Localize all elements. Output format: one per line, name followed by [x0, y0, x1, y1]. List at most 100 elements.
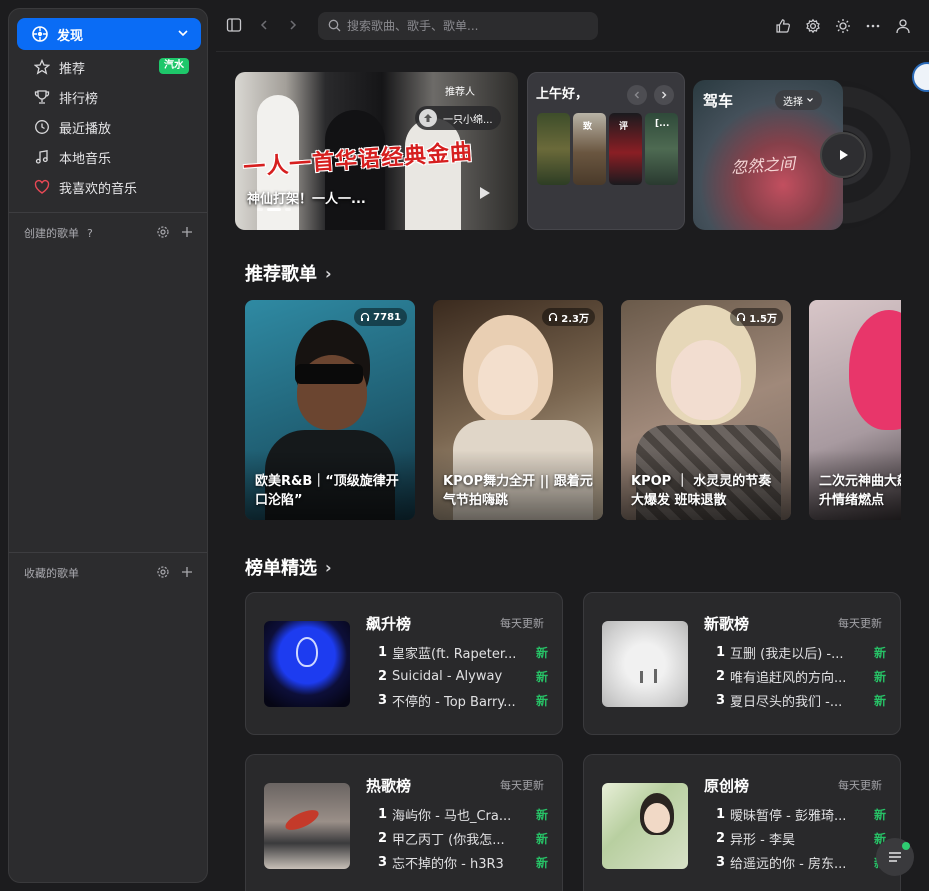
add-icon[interactable]	[180, 565, 194, 582]
help-icon[interactable]: ?	[87, 227, 93, 240]
discover-icon	[31, 25, 49, 43]
new-badge: 新	[535, 831, 548, 846]
play-count: 2.3万	[542, 308, 595, 326]
recommended-playlists-header[interactable]: 推荐歌单 ›	[245, 260, 332, 286]
select-label: 选择	[783, 96, 803, 108]
section-title: 推荐歌单	[245, 264, 317, 285]
chart-card-soaring[interactable]: 飙升榜 每天更新 1 皇家蓝(ft. Rapeter... 新 2 Suicidal …	[245, 592, 563, 735]
new-badge: 新	[873, 669, 886, 684]
gear-icon[interactable]	[156, 565, 170, 582]
chart-update: 每天更新	[838, 617, 882, 630]
thumbs-up-icon[interactable]	[773, 16, 793, 36]
recommender-chip[interactable]: 一只小绵...	[415, 106, 501, 130]
sidebar-item-recommend[interactable]: 推荐 汽水	[17, 53, 201, 81]
clock-icon	[33, 118, 51, 136]
chart-row[interactable]: 1 皇家蓝(ft. Rapeter... 新	[378, 642, 548, 662]
playlist-card[interactable]: 1.5万 KPOP ｜ 水灵灵的节奏大爆发 班味退散	[621, 300, 791, 520]
chart-row[interactable]: 3 忘不掉的你 - h3R3 新	[378, 852, 548, 872]
new-badge: 新	[535, 855, 548, 870]
created-playlists-header: 创建的歌单 ?	[24, 223, 194, 243]
charts-header[interactable]: 榜单精选 ›	[245, 554, 332, 580]
chart-card-original[interactable]: 原创榜 每天更新 1 暧昧暂停 - 彭雅琦... 新 2 异形 - 李昊新 3 给遥远的…	[583, 754, 901, 891]
avatar	[419, 109, 437, 127]
gear-icon[interactable]	[156, 225, 170, 242]
chart-title: 新歌榜	[704, 615, 750, 633]
chart-cover	[264, 783, 350, 869]
playlist-name: KPOP ｜ 水灵灵的节奏大爆发 班味退散	[631, 474, 772, 508]
select-button[interactable]: 选择	[775, 90, 822, 110]
featured-banner[interactable]: 一人一首华语经典金曲 神仙打架！一人一... 推荐人 一只小绵...	[235, 72, 518, 230]
new-badge: 新	[535, 807, 548, 822]
sunglasses	[295, 364, 363, 384]
greeting-thumb[interactable]: 致	[573, 113, 606, 185]
chart-row[interactable]: 1 暧昧暂停 - 彭雅琦... 新	[716, 804, 886, 824]
cover-art	[478, 345, 538, 415]
queue-icon	[889, 852, 901, 862]
play-icon	[840, 150, 848, 160]
sidebar-item-liked[interactable]: 我喜欢的音乐	[17, 173, 201, 201]
chart-card-new[interactable]: 新歌榜 每天更新 1 互删 (我走以后) -... 新 2 唯有追赶风的方向... 新 …	[583, 592, 901, 735]
search-input[interactable]	[347, 19, 587, 33]
more-icon[interactable]	[863, 16, 883, 36]
chart-row[interactable]: 2 Suicidal - Alyway 新	[378, 666, 548, 686]
playlist-card[interactable]: 7781 欧美R&B｜“顶级旋律开口沦陷”	[245, 300, 415, 520]
sidebar-item-label: 最近播放	[59, 121, 112, 137]
sidebar-toggle-icon[interactable]	[224, 15, 244, 35]
playlist-queue-button[interactable]	[876, 838, 914, 876]
play-button[interactable]	[820, 132, 866, 178]
nav-discover[interactable]: 发现	[17, 18, 201, 50]
greeting-thumb[interactable]: [...	[645, 113, 678, 185]
sidebar: 发现 推荐 汽水 排行榜 最近播放 本地音乐 我喜欢的音乐 创建的歌单 ? 收藏…	[8, 8, 208, 883]
new-badge: 新	[535, 645, 548, 660]
playlist-card[interactable]: 二次元神曲大飙升情绪燃点	[809, 300, 901, 520]
headphones-icon	[361, 312, 370, 321]
chevron-down-icon[interactable]	[177, 27, 189, 43]
next-arrow-icon[interactable]	[654, 85, 674, 105]
chart-row[interactable]: 2 唯有追赶风的方向... 新	[716, 666, 886, 686]
recommender-name: 一只小绵...	[443, 114, 493, 126]
chart-row[interactable]: 2 异形 - 李昊新	[716, 828, 886, 848]
add-icon[interactable]	[180, 225, 194, 242]
collected-playlists-label: 收藏的歌单	[24, 567, 79, 580]
sidebar-item-charts[interactable]: 排行榜	[17, 83, 201, 111]
play-count: 1.5万	[730, 308, 783, 326]
chart-update: 每天更新	[500, 779, 544, 792]
heart-icon	[33, 178, 51, 196]
cover-art	[849, 310, 901, 430]
new-badge: 新	[873, 693, 886, 708]
sidebar-item-local[interactable]: 本地音乐	[17, 143, 201, 171]
prev-arrow-icon[interactable]	[627, 85, 647, 105]
chart-row[interactable]: 2 甲乙丙丁 (你我怎... 新	[378, 828, 548, 848]
chart-title: 原创榜	[704, 777, 750, 795]
user-icon[interactable]	[893, 16, 913, 36]
back-icon[interactable]	[254, 15, 274, 35]
chart-row[interactable]: 1 互删 (我走以后) -... 新	[716, 642, 886, 662]
greeting-thumb[interactable]	[537, 113, 570, 185]
sidebar-item-recent[interactable]: 最近播放	[17, 113, 201, 141]
greeting-thumb[interactable]: 评	[609, 113, 642, 185]
greeting-card[interactable]: 上午好， 致 评 [...	[527, 72, 685, 230]
chart-update: 每天更新	[838, 779, 882, 792]
chart-row[interactable]: 3 不停的 - Top Barry... 新	[378, 690, 548, 710]
sun-icon[interactable]	[833, 16, 853, 36]
new-badge: 新	[873, 807, 886, 822]
chart-row[interactable]: 1 海屿你 - 马也_Cra... 新	[378, 804, 548, 824]
playlist-name: 二次元神曲大飙升情绪燃点	[819, 474, 901, 508]
chart-card-hot[interactable]: 热歌榜 每天更新 1 海屿你 - 马也_Cra... 新 2 甲乙丙丁 (你我怎...…	[245, 754, 563, 891]
trophy-icon	[33, 88, 51, 106]
forward-icon[interactable]	[283, 15, 303, 35]
greeting-label: 上午好，	[536, 87, 589, 102]
playlist-name: KPOP舞力全开 || 跟着元气节拍嗨跳	[443, 474, 593, 508]
extension-badge[interactable]	[912, 62, 929, 92]
settings-icon[interactable]	[803, 16, 823, 36]
chart-row[interactable]: 3 夏日尽头的我们 -... 新	[716, 690, 886, 710]
play-icon[interactable]	[475, 184, 493, 206]
playlist-card[interactable]: 2.3万 KPOP舞力全开 || 跟着元气节拍嗨跳	[433, 300, 603, 520]
new-badge: 新	[535, 693, 548, 708]
divider	[9, 552, 207, 553]
chart-row[interactable]: 3给遥远的你 - 房东...新	[716, 852, 886, 872]
search-box[interactable]	[318, 12, 598, 40]
created-playlists-label: 创建的歌单	[24, 227, 79, 240]
sidebar-badge: 汽水	[159, 58, 189, 74]
sidebar-item-label: 推荐	[59, 61, 86, 77]
